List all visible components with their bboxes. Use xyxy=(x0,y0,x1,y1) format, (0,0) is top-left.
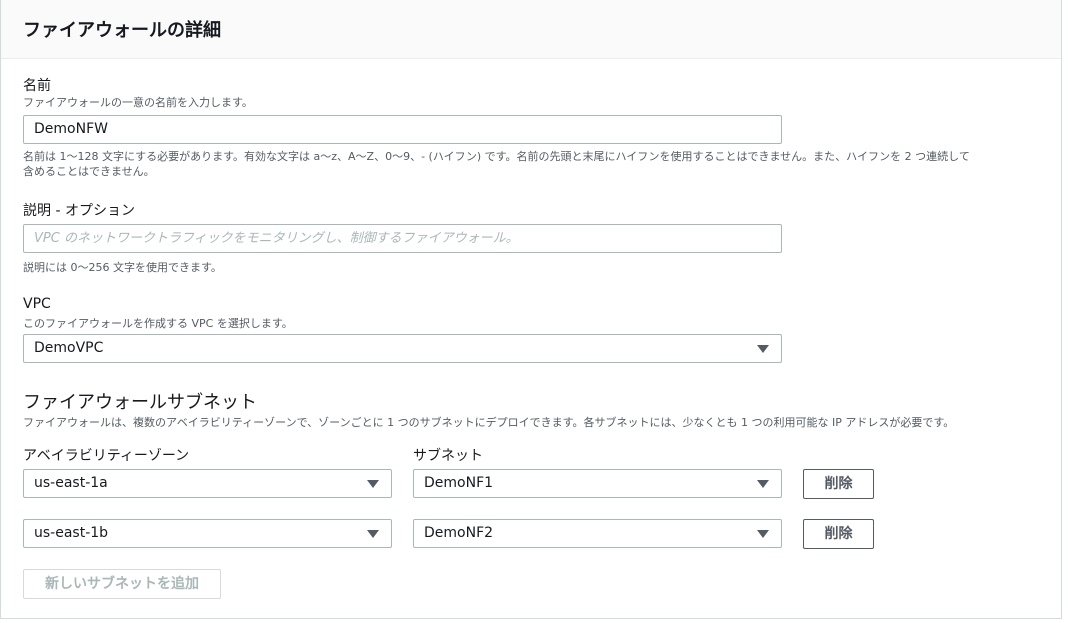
description-constraint: 説明には 0〜256 文字を使用できます。 xyxy=(23,261,222,274)
vpc-select[interactable]: DemoVPC xyxy=(23,334,782,363)
vpc-label: VPC xyxy=(23,296,51,312)
name-constraint-line2: 含めることはできません。 xyxy=(23,165,155,178)
chevron-down-icon xyxy=(367,480,379,488)
chevron-down-icon xyxy=(757,345,769,353)
name-description: ファイアウォールの一意の名前を入力します。 xyxy=(23,96,253,109)
add-subnet-button[interactable]: 新しいサブネットを追加 xyxy=(23,569,221,599)
subnet-select-value: DemoNF1 xyxy=(424,475,494,491)
vpc-description: このファイアウォールを作成する VPC を選択します。 xyxy=(23,317,293,330)
subnet-select-row-2[interactable]: DemoNF2 xyxy=(413,519,782,548)
name-label: 名前 xyxy=(23,78,51,94)
subnet-select-value: DemoNF2 xyxy=(424,525,494,541)
description-input[interactable]: VPC のネットワークトラフィックをモニタリングし、制御するファイアウォール。 xyxy=(23,224,782,253)
az-select-value: us-east-1b xyxy=(34,525,109,541)
name-input-value: DemoNFW xyxy=(34,121,108,137)
description-label: 説明 - オプション xyxy=(23,203,135,219)
name-constraint: 名前は 1〜128 文字にする必要があります。有効な文字は a〜z、A〜Z、0〜… xyxy=(23,149,1053,179)
az-select-value: us-east-1a xyxy=(34,475,108,491)
az-select-row-1[interactable]: us-east-1a xyxy=(23,469,392,498)
az-select-row-2[interactable]: us-east-1b xyxy=(23,519,392,548)
remove-button-row-2[interactable]: 削除 xyxy=(803,519,874,549)
az-column-header: アベイラビリティーゾーン xyxy=(23,448,190,464)
subnet-select-row-1[interactable]: DemoNF1 xyxy=(413,469,782,498)
name-input[interactable]: DemoNFW xyxy=(23,115,782,144)
panel-header: ファイアウォールの詳細 xyxy=(1,0,1061,59)
chevron-down-icon xyxy=(757,530,769,538)
name-constraint-line1: 名前は 1〜128 文字にする必要があります。有効な文字は a〜z、A〜Z、0〜… xyxy=(23,150,970,163)
subnet-column-header: サブネット xyxy=(413,448,483,464)
firewall-details-panel: ファイアウォールの詳細 名前 ファイアウォールの一意の名前を入力します。 Dem… xyxy=(0,0,1062,619)
description-input-placeholder: VPC のネットワークトラフィックをモニタリングし、制御するファイアウォール。 xyxy=(34,231,519,246)
panel-title: ファイアウォールの詳細 xyxy=(23,20,221,41)
vpc-select-value: DemoVPC xyxy=(34,340,104,356)
subnets-description: ファイアウォールは、複数のアベイラビリティーゾーンで、ゾーンごとに 1 つのサブ… xyxy=(23,416,955,429)
subnets-section-title: ファイアウォールサブネット xyxy=(23,392,257,413)
chevron-down-icon xyxy=(757,480,769,488)
remove-button-row-1[interactable]: 削除 xyxy=(803,469,874,499)
chevron-down-icon xyxy=(367,530,379,538)
